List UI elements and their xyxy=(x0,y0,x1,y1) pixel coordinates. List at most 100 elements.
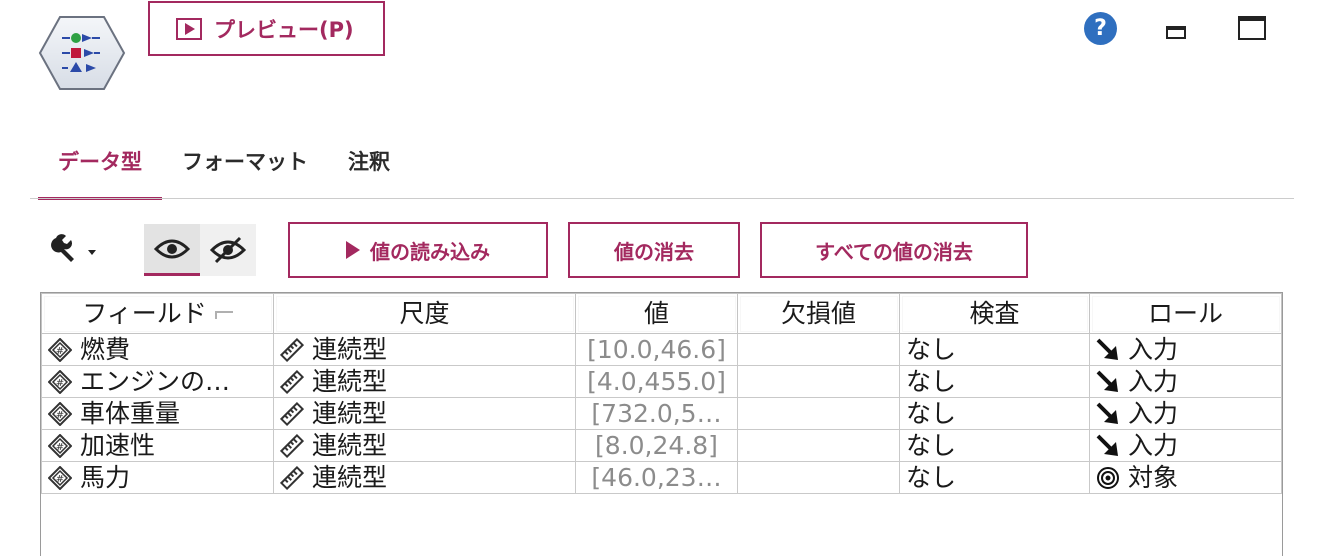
continuous-field-icon: # xyxy=(48,433,72,458)
measure-cell[interactable]: 連続型 xyxy=(273,429,576,462)
column-header-field[interactable]: フィールド xyxy=(41,293,274,334)
target-icon xyxy=(1097,466,1119,489)
table-row[interactable]: # 燃費 連続型 [10.0,46.6] なし 入力 xyxy=(41,333,1282,366)
measure-cell[interactable]: 連続型 xyxy=(273,461,576,494)
wrench-icon xyxy=(51,234,74,262)
missing-cell[interactable] xyxy=(737,429,900,462)
column-header-measure[interactable]: 尺度 xyxy=(273,293,576,334)
field-cell[interactable]: # 車体重量 xyxy=(41,397,274,430)
field-name: 車体重量 xyxy=(80,398,181,428)
column-header-role[interactable]: ロール xyxy=(1089,293,1282,334)
values-cell[interactable]: [10.0,46.6] xyxy=(575,333,738,366)
check-cell[interactable]: なし xyxy=(899,397,1090,430)
svg-text:#: # xyxy=(56,410,64,421)
svg-text:#: # xyxy=(56,346,64,357)
field-name: エンジンの… xyxy=(80,366,231,396)
role-label: 入力 xyxy=(1128,334,1179,364)
tab-format[interactable]: フォーマット xyxy=(162,138,328,200)
field-table: フィールド 尺度 値 欠損値 検査 ロール # 燃費 連続型 [10.0,46.6] な… xyxy=(40,292,1283,556)
svg-text:#: # xyxy=(56,442,64,453)
type-node-icon xyxy=(38,14,126,92)
measure-cell[interactable]: 連続型 xyxy=(273,365,576,398)
column-header-values[interactable]: 値 xyxy=(575,293,738,334)
table-row[interactable]: # 馬力 連続型 [46.0,23… なし 対象 xyxy=(41,461,1282,494)
field-cell[interactable]: # 燃費 xyxy=(41,333,274,366)
preview-label: プレビュー(P) xyxy=(214,17,354,42)
table-row[interactable]: # エンジンの… 連続型 [4.0,455.0] なし 入力 xyxy=(41,365,1282,398)
measure-label: 連続型 xyxy=(312,462,388,492)
field-name: 燃費 xyxy=(80,334,131,364)
role-cell[interactable]: 対象 xyxy=(1089,461,1282,494)
role-cell[interactable]: 入力 xyxy=(1089,429,1282,462)
read-values-button[interactable]: 値の読み込み xyxy=(288,222,548,278)
ruler-icon xyxy=(280,465,304,490)
values-cell[interactable]: [8.0,24.8] xyxy=(575,429,738,462)
check-cell[interactable]: なし xyxy=(899,461,1090,494)
continuous-field-icon: # xyxy=(48,369,72,394)
role-cell[interactable]: 入力 xyxy=(1089,397,1282,430)
hide-fields-button[interactable] xyxy=(200,224,256,276)
eye-slash-icon xyxy=(210,236,246,264)
column-header-check[interactable]: 検査 xyxy=(899,293,1090,334)
continuous-field-icon: # xyxy=(48,465,72,490)
check-cell[interactable]: なし xyxy=(899,333,1090,366)
measure-label: 連続型 xyxy=(312,430,388,460)
measure-label: 連続型 xyxy=(312,398,388,428)
arrow-input-icon xyxy=(1096,338,1118,360)
continuous-field-icon: # xyxy=(48,337,72,362)
table-header-row: フィールド 尺度 値 欠損値 検査 ロール xyxy=(41,293,1282,334)
maximize-icon[interactable] xyxy=(1238,16,1266,40)
read-values-label: 値の読み込み xyxy=(370,239,490,264)
missing-cell[interactable] xyxy=(737,333,900,366)
field-visibility-toggle xyxy=(144,224,256,276)
wrench-menu-button[interactable] xyxy=(50,230,100,266)
missing-cell[interactable] xyxy=(737,365,900,398)
measure-cell[interactable]: 連続型 xyxy=(273,333,576,366)
ruler-icon xyxy=(280,401,304,426)
table-row[interactable]: # 車体重量 連続型 [732.0,5… なし 入力 xyxy=(41,397,1282,430)
values-cell[interactable]: [732.0,5… xyxy=(575,397,738,430)
measure-label: 連続型 xyxy=(312,366,388,396)
arrow-input-icon xyxy=(1096,402,1118,424)
chevron-down-icon xyxy=(88,250,96,255)
clear-values-label: 値の消去 xyxy=(614,239,694,264)
continuous-field-icon: # xyxy=(48,401,72,426)
clear-values-button[interactable]: 値の消去 xyxy=(568,222,740,278)
table-row[interactable]: # 加速性 連続型 [8.0,24.8] なし 入力 xyxy=(41,429,1282,462)
check-cell[interactable]: なし xyxy=(899,429,1090,462)
missing-cell[interactable] xyxy=(737,397,900,430)
show-fields-button[interactable] xyxy=(144,224,200,276)
role-label: 入力 xyxy=(1128,398,1179,428)
role-label: 入力 xyxy=(1128,366,1179,396)
tab-data-type[interactable]: データ型 xyxy=(38,138,162,200)
values-cell[interactable]: [46.0,23… xyxy=(575,461,738,494)
check-cell[interactable]: なし xyxy=(899,365,1090,398)
role-label: 対象 xyxy=(1128,462,1179,492)
field-cell[interactable]: # 馬力 xyxy=(41,461,274,494)
arrow-input-icon xyxy=(1096,434,1118,456)
missing-cell[interactable] xyxy=(737,461,900,494)
column-header-label: フィールド xyxy=(82,298,207,328)
play-icon xyxy=(176,17,202,40)
tab-annotations[interactable]: 注釈 xyxy=(328,138,410,200)
role-cell[interactable]: 入力 xyxy=(1089,365,1282,398)
tab-bar: データ型 フォーマット 注釈 xyxy=(38,138,410,200)
role-cell[interactable]: 入力 xyxy=(1089,333,1282,366)
field-name: 加速性 xyxy=(80,430,156,460)
help-icon[interactable]: ? xyxy=(1084,12,1117,45)
eye-icon xyxy=(154,239,190,258)
field-cell[interactable]: # 加速性 xyxy=(41,429,274,462)
ruler-icon xyxy=(280,433,304,458)
minimize-icon[interactable] xyxy=(1166,26,1186,39)
values-cell[interactable]: [4.0,455.0] xyxy=(575,365,738,398)
column-header-missing[interactable]: 欠損値 xyxy=(737,293,900,334)
arrow-input-icon xyxy=(1096,370,1118,392)
measure-label: 連続型 xyxy=(312,334,388,364)
play-icon xyxy=(346,241,360,259)
clear-all-values-button[interactable]: すべての値の消去 xyxy=(760,222,1028,278)
role-label: 入力 xyxy=(1128,430,1179,460)
preview-button[interactable]: プレビュー(P) xyxy=(148,1,385,56)
svg-text:#: # xyxy=(56,474,64,485)
field-cell[interactable]: # エンジンの… xyxy=(41,365,274,398)
measure-cell[interactable]: 連続型 xyxy=(273,397,576,430)
